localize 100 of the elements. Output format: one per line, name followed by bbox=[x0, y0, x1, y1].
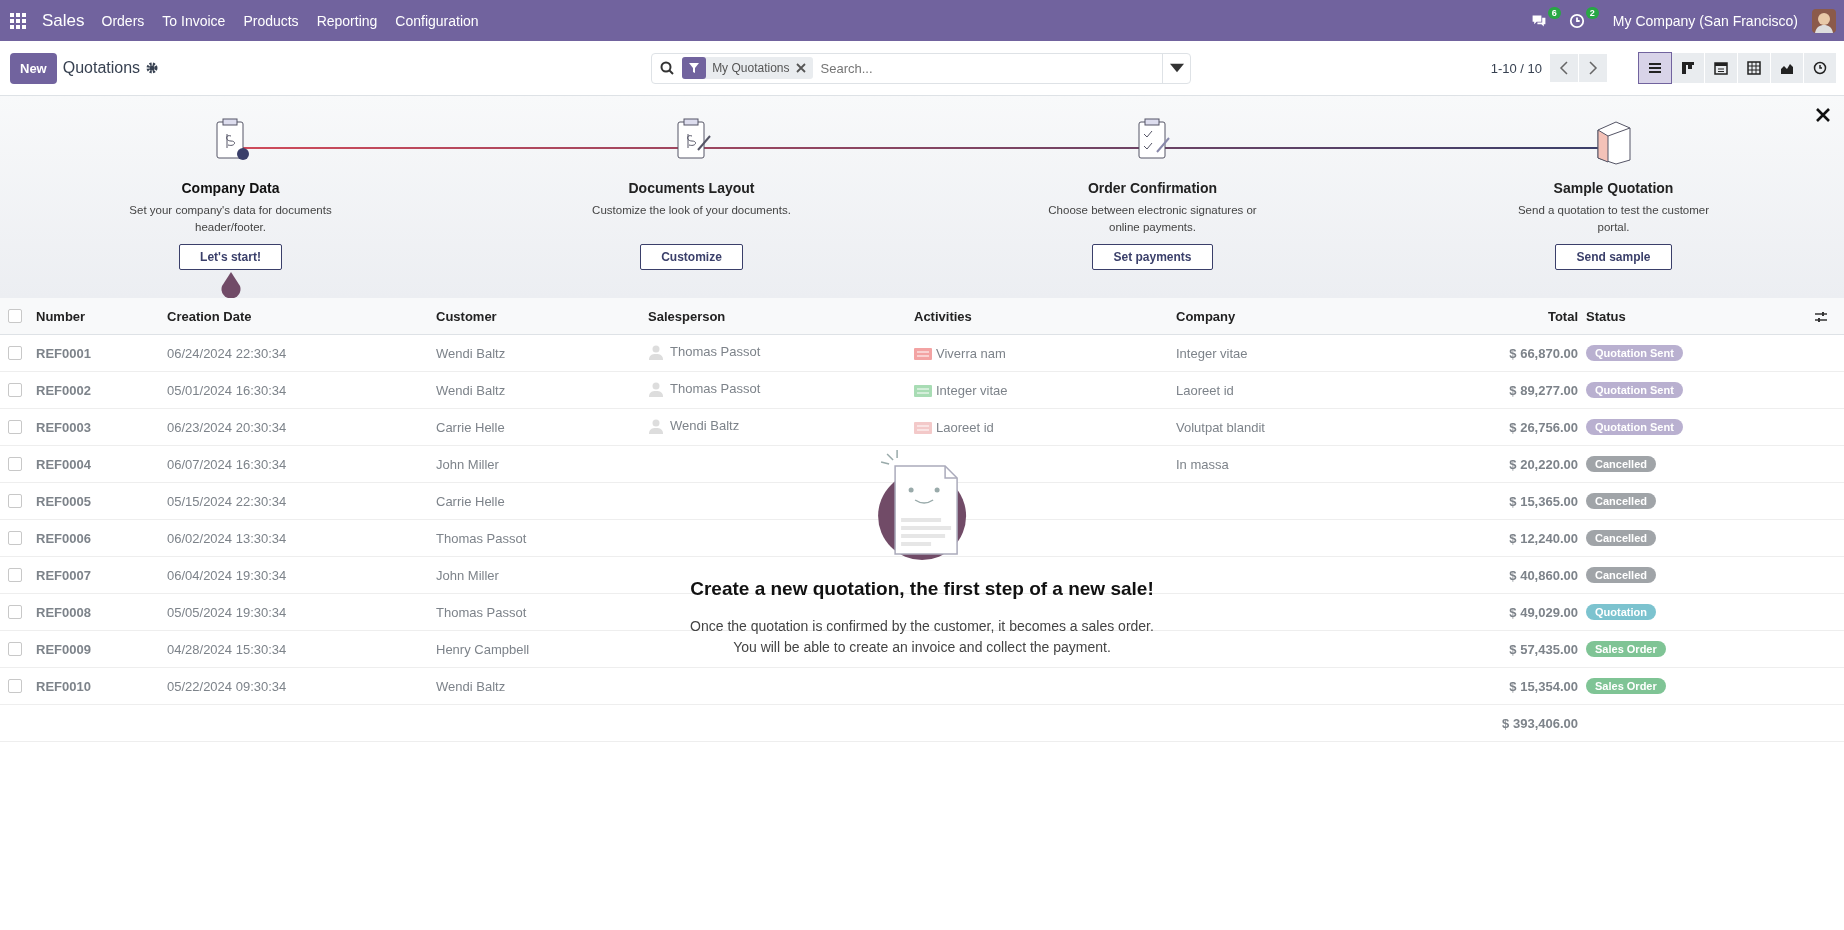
pivot-view-button[interactable] bbox=[1738, 53, 1770, 83]
apps-menu-icon[interactable] bbox=[10, 12, 26, 29]
person-icon bbox=[648, 417, 664, 434]
table-cell: $ 49,029.00 bbox=[1476, 593, 1586, 631]
status-tag: Sales Order bbox=[1586, 678, 1666, 694]
status-tag: Cancelled bbox=[1586, 567, 1656, 583]
table-cell: $ 89,277.00 bbox=[1476, 371, 1586, 409]
status-tag: Quotation Sent bbox=[1586, 345, 1683, 361]
checkbox[interactable] bbox=[8, 642, 22, 656]
pager-value[interactable]: 1-10 / 10 bbox=[1490, 60, 1542, 76]
remove-facet-icon[interactable] bbox=[795, 63, 806, 73]
table-cell: Laoreet id bbox=[1176, 371, 1476, 409]
clock-icon[interactable] bbox=[1568, 12, 1585, 29]
kanban-view-button[interactable] bbox=[1672, 53, 1704, 83]
menu-item[interactable]: Products bbox=[234, 6, 308, 35]
column-header[interactable]: Creation Date bbox=[167, 298, 436, 335]
person-icon bbox=[648, 343, 664, 360]
facet-label: My Quotations bbox=[711, 61, 791, 75]
new-button[interactable]: New bbox=[10, 52, 57, 84]
status-tag: Quotation bbox=[1586, 604, 1656, 620]
checkbox[interactable] bbox=[8, 494, 22, 508]
table-cell: Thomas Passot bbox=[670, 344, 761, 359]
step-button[interactable]: Set payments bbox=[1092, 244, 1213, 270]
checkbox[interactable] bbox=[8, 605, 22, 619]
grid-icon bbox=[1747, 61, 1761, 75]
step-button[interactable]: Customize bbox=[640, 244, 743, 270]
table-cell: 05/15/2024 22:30:34 bbox=[167, 482, 436, 520]
checkbox[interactable] bbox=[8, 346, 22, 360]
table-cell: John Miller bbox=[436, 445, 648, 483]
menu-item[interactable]: Reporting bbox=[307, 6, 387, 35]
chevron-right-icon bbox=[1586, 61, 1600, 75]
table-cell: Wendi Baltz bbox=[670, 418, 740, 433]
table-cell: REF0004 bbox=[36, 445, 167, 483]
calendar-icon bbox=[1714, 61, 1728, 75]
table-cell: Wendi Baltz bbox=[436, 334, 648, 372]
step-title: Order Confirmation bbox=[1087, 180, 1218, 196]
sliders-icon[interactable] bbox=[1814, 309, 1828, 324]
search-icon[interactable] bbox=[660, 61, 675, 75]
status-tag: Quotation Sent bbox=[1586, 382, 1683, 398]
table-cell: 06/23/2024 20:30:34 bbox=[167, 408, 436, 446]
graph-view-button[interactable] bbox=[1771, 53, 1803, 83]
step-title: Sample Quotation bbox=[1553, 180, 1674, 196]
checkbox[interactable] bbox=[8, 420, 22, 434]
table-cell: REF0008 bbox=[36, 593, 167, 631]
avatar[interactable] bbox=[1812, 8, 1836, 33]
column-header[interactable]: Status bbox=[1586, 298, 1814, 335]
search-bar[interactable]: My Quotations Search... bbox=[651, 52, 1192, 84]
menu-item[interactable]: Orders bbox=[92, 6, 154, 35]
table-cell: $ 20,220.00 bbox=[1476, 445, 1586, 483]
table-cell: $ 57,435.00 bbox=[1476, 630, 1586, 668]
kanban-icon bbox=[1681, 61, 1695, 75]
current-step-marker bbox=[219, 272, 242, 300]
step-title: Documents Layout bbox=[628, 180, 755, 196]
column-header[interactable]: Number bbox=[36, 298, 167, 335]
table-cell: REF0001 bbox=[36, 334, 167, 372]
table-cell: Carrie Helle bbox=[436, 482, 648, 520]
table-cell: 06/07/2024 16:30:34 bbox=[167, 445, 436, 483]
menu-item[interactable]: Configuration bbox=[386, 6, 488, 35]
chat-icon[interactable] bbox=[1530, 12, 1547, 29]
calendar-view-button[interactable] bbox=[1705, 53, 1737, 83]
column-header[interactable]: Total bbox=[1476, 298, 1586, 335]
status-tag: Quotation Sent bbox=[1586, 419, 1683, 435]
table-cell: REF0003 bbox=[36, 408, 167, 446]
table-cell: $ 66,870.00 bbox=[1476, 334, 1586, 372]
message-count: 6 bbox=[1547, 6, 1561, 19]
column-header[interactable]: Salesperson bbox=[648, 298, 914, 335]
gear-icon[interactable] bbox=[146, 62, 159, 74]
checkbox[interactable] bbox=[8, 679, 22, 693]
activity-view-button[interactable] bbox=[1804, 53, 1836, 83]
checkbox[interactable] bbox=[8, 383, 22, 397]
filter-icon bbox=[682, 57, 707, 79]
checkbox[interactable] bbox=[8, 309, 22, 323]
table-cell: 06/04/2024 19:30:34 bbox=[167, 556, 436, 594]
breadcrumb: Quotations bbox=[62, 59, 141, 77]
table-cell: Volutpat blandit bbox=[1176, 408, 1476, 446]
column-header[interactable]: Company bbox=[1176, 298, 1476, 335]
step-button[interactable]: Send sample bbox=[1555, 244, 1672, 270]
table-cell: Henry Campbell bbox=[436, 630, 648, 668]
checkbox[interactable] bbox=[8, 457, 22, 471]
table-cell: Integer vitae bbox=[936, 382, 1008, 398]
clock-icon bbox=[1813, 61, 1827, 75]
menu-item[interactable]: To Invoice bbox=[153, 6, 235, 35]
table-cell: $ 26,756.00 bbox=[1476, 408, 1586, 446]
close-icon[interactable] bbox=[1816, 108, 1830, 122]
column-header[interactable]: Customer bbox=[436, 298, 648, 335]
column-header[interactable]: Activities bbox=[914, 298, 1176, 335]
company-name[interactable]: My Company (San Francisco) bbox=[1612, 12, 1798, 29]
app-name[interactable]: Sales bbox=[34, 4, 93, 37]
table-cell: Wendi Baltz bbox=[436, 371, 648, 409]
status-tag: Cancelled bbox=[1586, 530, 1656, 546]
table-cell: 06/02/2024 13:30:34 bbox=[167, 519, 436, 557]
table-cell: 05/05/2024 19:30:34 bbox=[167, 593, 436, 631]
checkbox[interactable] bbox=[8, 531, 22, 545]
table-cell: In massa bbox=[1176, 445, 1476, 483]
checkbox[interactable] bbox=[8, 568, 22, 582]
step-description: Customize the look of your documents. bbox=[591, 203, 792, 218]
step-button[interactable]: Let's start! bbox=[179, 244, 282, 270]
table-cell: REF0005 bbox=[36, 482, 167, 520]
area-chart-icon bbox=[1780, 61, 1794, 75]
list-view-button[interactable] bbox=[1639, 53, 1671, 83]
